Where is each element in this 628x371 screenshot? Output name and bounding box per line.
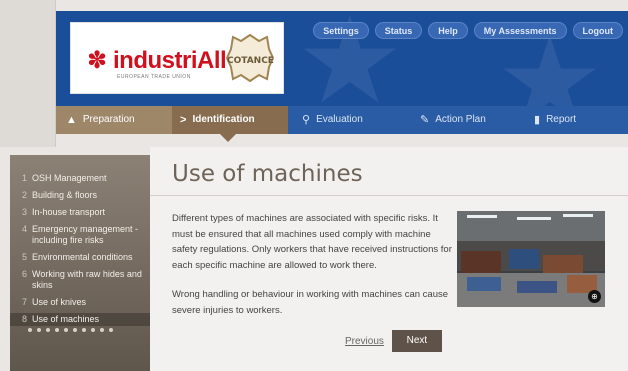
content-panel: Use of machines Different types of machi… [150,147,628,371]
step-label: Preparation [82,114,135,125]
question-dot[interactable] [100,328,104,332]
module-sidebar: 1 OSH Management 2 Building & floors 3 In-h… [10,155,150,371]
step-navigation: ▲ Preparation > Identification ⚲ Evaluat… [56,106,628,142]
sidebar-item-environmental-conditions[interactable]: 5 Environmental conditions [10,251,150,264]
item-number: 7 [22,297,28,307]
warning-triangle-icon: ▲ [66,114,77,126]
sidebar-item-label: Emergency management - including fire ri… [32,224,139,245]
question-dot[interactable] [64,328,68,332]
zoom-icon[interactable]: ⊕ [588,290,601,303]
question-dot[interactable] [37,328,41,332]
industriall-logo: ✽ industriAll [87,47,227,75]
question-dot[interactable] [73,328,77,332]
sidebar-item-use-of-knives[interactable]: 7 Use of knives [10,296,150,309]
chevron-icon: > [180,114,187,126]
sidebar-item-label: In-house transport [32,207,106,217]
sidebar-item-label: Working with raw hides and skins [32,269,142,290]
status-button[interactable]: Status [374,22,423,39]
sidebar-item-raw-hides[interactable]: 6 Working with raw hides and skins [10,268,150,292]
previous-link[interactable]: Previous [345,336,384,347]
step-label: Report [546,114,577,125]
sidebar-item-use-of-machines[interactable]: 8 Use of machines [10,313,150,326]
question-dot[interactable] [46,328,50,332]
header-banner: ★ ★ ✽ industriAll EUROPEAN TRADE UNION C… [56,11,628,106]
step-label: Action Plan [435,114,486,125]
item-number: 6 [22,269,28,279]
intro-paragraph: Different types of machines are associat… [172,213,452,271]
sidebar-item-label: Building & floors [32,190,98,200]
top-navigation: Settings Status Help My Assessments Logo… [313,22,623,39]
pencil-icon: ✎ [420,114,430,126]
pager: Previous Next [345,330,442,352]
logout-button[interactable]: Logout [572,22,623,39]
next-button[interactable]: Next [391,330,442,352]
step-evaluation[interactable]: ⚲ Evaluation [288,106,406,134]
industriall-mark-icon: ✽ [87,47,108,74]
item-number: 3 [22,207,28,217]
sidebar-item-label: OSH Management [32,173,107,183]
factory-photo[interactable]: ⊕ [457,211,605,307]
page-title: Use of machines [172,161,363,187]
sidebar-item-label: Environmental conditions [32,252,133,262]
logo-panel: ✽ industriAll EUROPEAN TRADE UNION COTAN… [70,22,284,94]
question-dot[interactable] [28,328,32,332]
item-number: 1 [22,173,28,183]
question-dot[interactable] [91,328,95,332]
step-label: Evaluation [316,114,363,125]
sidebar-item-building-floors[interactable]: 2 Building & floors [10,189,150,202]
item-number: 5 [22,252,28,262]
search-icon: ⚲ [302,114,311,126]
warning-paragraph: Wrong handling or behaviour in working w… [172,289,449,316]
industriall-logo-text: industriAll [113,47,227,74]
sidebar-item-osh-management[interactable]: 1 OSH Management [10,172,150,185]
step-label: Identification [192,114,255,125]
settings-button[interactable]: Settings [313,22,369,39]
industriall-subtitle: EUROPEAN TRADE UNION [117,74,191,80]
sidebar-item-label: Use of machines [32,314,100,324]
item-number: 8 [22,314,28,324]
item-number: 2 [22,190,28,200]
my-assessments-button[interactable]: My Assessments [473,22,567,39]
sidebar-item-label: Use of knives [32,297,87,307]
step-identification[interactable]: > Identification [172,106,288,142]
cotance-logo-text: COTANCE [227,56,274,66]
factory-image [457,211,605,307]
sidebar-item-emergency-management[interactable]: 4 Emergency management - including fire r… [10,223,150,247]
help-button[interactable]: Help [428,22,468,39]
left-rail [0,0,56,147]
sidebar-item-in-house-transport[interactable]: 3 In-house transport [10,206,150,219]
step-report[interactable]: ▮ Report [520,106,628,134]
step-preparation[interactable]: ▲ Preparation [56,106,172,134]
question-dot[interactable] [82,328,86,332]
question-dot[interactable] [109,328,113,332]
question-progress-dots [10,328,142,332]
divider [150,195,628,196]
item-number: 4 [22,224,28,234]
step-action-plan[interactable]: ✎ Action Plan [406,106,520,134]
document-icon: ▮ [534,114,541,126]
question-dot[interactable] [55,328,59,332]
